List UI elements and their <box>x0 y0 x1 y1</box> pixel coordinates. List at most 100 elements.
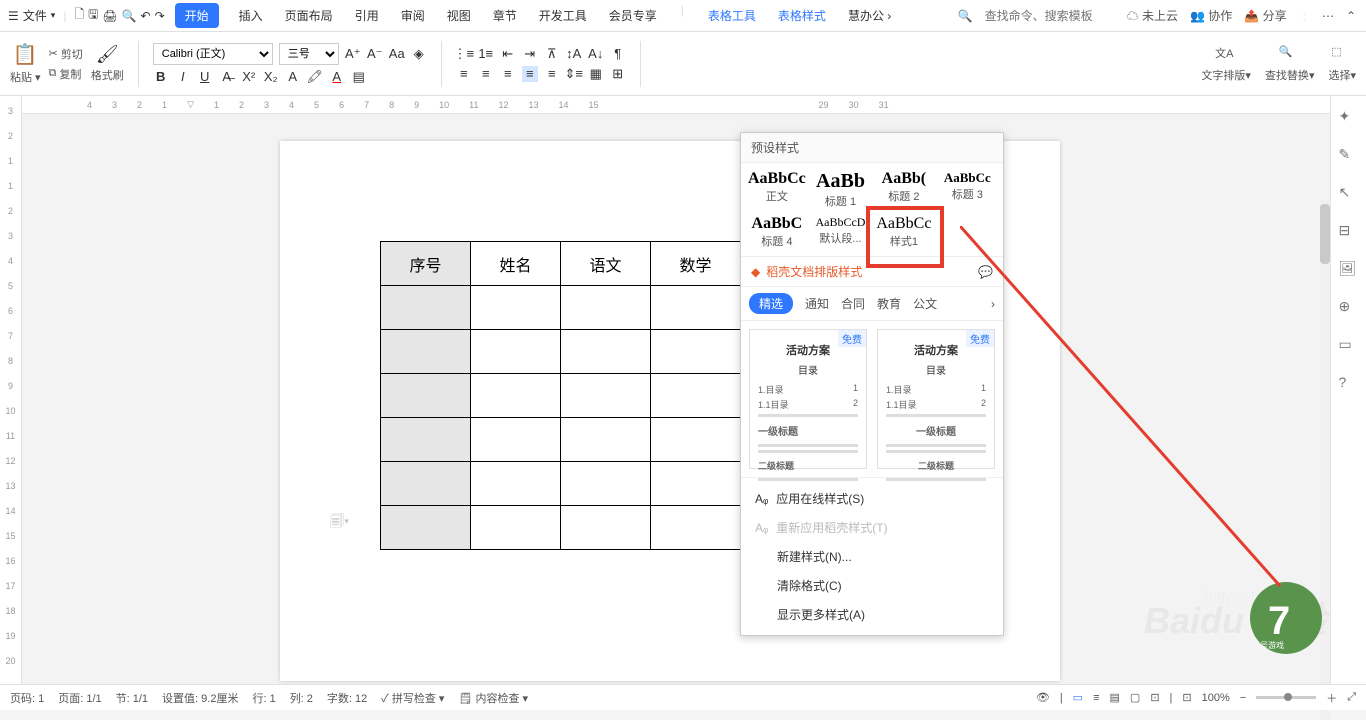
sidebar-image-icon[interactable]: 🖼 <box>1339 260 1359 280</box>
table-header-4[interactable]: 数学 <box>651 242 741 286</box>
grow-font-icon[interactable]: A⁺ <box>345 46 361 62</box>
tab-insert[interactable]: 插入 <box>237 3 265 28</box>
table-row[interactable] <box>381 330 741 374</box>
status-section[interactable]: 节: 1/1 <box>116 690 148 706</box>
format-painter-icon[interactable]: 🖌 <box>96 44 119 65</box>
text-dir-icon[interactable]: ↕A <box>566 46 582 62</box>
tab-review[interactable]: 审阅 <box>399 3 427 28</box>
style-heading2[interactable]: AaBb(标题 2 <box>872 167 935 212</box>
expand-icon[interactable]: ⤢ <box>1347 691 1356 704</box>
align-center-icon[interactable]: ≡ <box>478 66 494 82</box>
zoom-in-icon[interactable]: ＋ <box>1326 690 1337 706</box>
view-read-icon[interactable]: ▢ <box>1130 691 1140 704</box>
size-select[interactable]: 三号 <box>279 43 339 65</box>
sidebar-cursor-icon[interactable]: ↖ <box>1339 184 1359 204</box>
numbering-icon[interactable]: 1≡ <box>478 46 494 62</box>
undo-icon[interactable]: ↶ <box>141 9 151 23</box>
tab-view[interactable]: 视图 <box>445 3 473 28</box>
font-select[interactable]: Calibri (正文) <box>153 43 273 65</box>
style-heading3[interactable]: AaBbCc标题 3 <box>936 167 999 212</box>
view-focus-icon[interactable]: ⊡ <box>1150 691 1159 704</box>
typeset-button[interactable]: 文A 文字排版▾ <box>1201 45 1251 83</box>
status-pageno[interactable]: 页码: 1 <box>10 690 44 706</box>
zoom-fit-icon[interactable]: ⊡ <box>1182 691 1191 704</box>
table-row[interactable] <box>381 418 741 462</box>
vertical-ruler[interactable]: 3211234567891011121314151617181920 <box>0 96 22 684</box>
view-page-icon[interactable]: ▭ <box>1073 691 1083 704</box>
filter-contract[interactable]: 合同 <box>841 295 865 312</box>
file-menu[interactable]: 文件 <box>23 7 47 24</box>
menu-show-more[interactable]: 显示更多样式(A) <box>741 600 1003 629</box>
more-icon[interactable]: ⋯ <box>1322 9 1334 23</box>
style-heading1[interactable]: AaBb标题 1 <box>809 167 872 212</box>
table-header-3[interactable]: 语文 <box>561 242 651 286</box>
new-icon[interactable]: 🗋 <box>74 5 84 26</box>
coop-button[interactable]: 👥 协作 <box>1190 7 1232 24</box>
sidebar-present-icon[interactable]: ▭ <box>1339 336 1359 356</box>
sidebar-settings-icon[interactable]: ⊟ <box>1339 222 1359 242</box>
outdent-icon[interactable]: ⇤ <box>500 46 516 62</box>
tab-section[interactable]: 章节 <box>491 3 519 28</box>
align-right-icon[interactable]: ≡ <box>500 66 516 82</box>
shrink-font-icon[interactable]: A⁻ <box>367 46 383 62</box>
preview-icon[interactable]: 🔍 <box>122 9 137 23</box>
template-card-1[interactable]: 免费 活动方案目录 1.目录1 1.1目录2 一级标题 二级标题 <box>749 329 867 469</box>
paste-icon[interactable]: 📋 <box>13 42 38 67</box>
tab-tabletool[interactable]: 表格工具 <box>706 3 758 28</box>
tab-huiban[interactable]: 慧办公 › <box>846 3 893 28</box>
tab-reference[interactable]: 引用 <box>353 3 381 28</box>
cloud-button[interactable]: ☁ 未上云 <box>1127 7 1178 24</box>
cut-button[interactable]: ✂ 剪切 <box>49 46 83 62</box>
indent-icon[interactable]: ⇥ <box>522 46 538 62</box>
superscript-icon[interactable]: X² <box>241 69 257 85</box>
table-header-1[interactable]: 序号 <box>381 242 471 286</box>
status-content[interactable]: 🗒 内容检查 ▾ <box>458 690 528 706</box>
table-header-2[interactable]: 姓名 <box>471 242 561 286</box>
tab-icon[interactable]: ⊼ <box>544 46 560 62</box>
table-row[interactable] <box>381 462 741 506</box>
menu-clear-format[interactable]: 清除格式(C) <box>741 571 1003 600</box>
collapse-icon[interactable]: ⌃ <box>1346 9 1356 23</box>
tab-start[interactable]: 开始 <box>175 3 219 28</box>
style-normal[interactable]: AaBbCc正文 <box>745 167 809 212</box>
page-settings-icon[interactable]: 🗐▾ <box>330 511 349 535</box>
doke-styles-row[interactable]: ◆ 稻壳文档排版样式 💬 <box>741 256 1003 286</box>
copy-button[interactable]: ⧉ 复制 <box>49 66 83 82</box>
share-button[interactable]: 📤 分享 <box>1244 7 1286 24</box>
horizontal-ruler[interactable]: 4321▽123456789101112131415293031 <box>22 96 1330 114</box>
filter-more-icon[interactable]: › <box>991 297 995 311</box>
table-row[interactable] <box>381 506 741 550</box>
table-row[interactable] <box>381 374 741 418</box>
sort-icon[interactable]: A↓ <box>588 46 604 62</box>
bullets-icon[interactable]: ⋮≡ <box>456 46 472 62</box>
style-style1[interactable]: AaBbCc样式1 <box>872 212 935 252</box>
filter-gov[interactable]: 公文 <box>913 295 937 312</box>
style-heading4[interactable]: AaBbC标题 4 <box>745 212 809 252</box>
filter-edu[interactable]: 教育 <box>877 295 901 312</box>
zoom-slider[interactable] <box>1256 696 1316 699</box>
view-web-icon[interactable]: ▤ <box>1110 691 1120 704</box>
sidebar-pen-icon[interactable]: ✎ <box>1339 146 1359 166</box>
save-icon[interactable]: 🖫 <box>88 5 98 26</box>
strike-icon[interactable]: A̶ <box>219 69 235 85</box>
template-card-2[interactable]: 免费 活动方案目录 1.目录1 1.1目录2 一级标题 二级标题 <box>877 329 995 469</box>
filter-featured[interactable]: 精选 <box>749 293 793 314</box>
menu-apply-online[interactable]: Aᵩ应用在线样式(S) <box>741 484 1003 513</box>
format-painter-button[interactable]: 格式刷 <box>91 67 124 83</box>
status-spell[interactable]: ✓ 拼写检查 ▾ <box>381 690 444 706</box>
print-icon[interactable]: 🖨 <box>102 9 117 23</box>
italic-icon[interactable]: I <box>175 69 191 85</box>
search-input[interactable] <box>985 9 1115 23</box>
highlight-icon[interactable]: 🖍 <box>307 69 323 85</box>
bold-icon[interactable]: B <box>153 69 169 85</box>
align-justify-icon[interactable]: ≡ <box>522 66 538 82</box>
scroll-thumb[interactable] <box>1320 204 1330 264</box>
paste-button[interactable]: 粘贴▾ <box>10 69 41 85</box>
shading-icon[interactable]: ▦ <box>588 66 604 82</box>
border-icon[interactable]: ⊞ <box>610 66 626 82</box>
redo-icon[interactable]: ↷ <box>155 9 165 23</box>
font-effect-icon[interactable]: A <box>285 69 301 85</box>
menu-new-style[interactable]: 新建样式(N)... <box>741 542 1003 571</box>
tab-member[interactable]: 会员专享 <box>607 3 659 28</box>
filter-notice[interactable]: 通知 <box>805 295 829 312</box>
